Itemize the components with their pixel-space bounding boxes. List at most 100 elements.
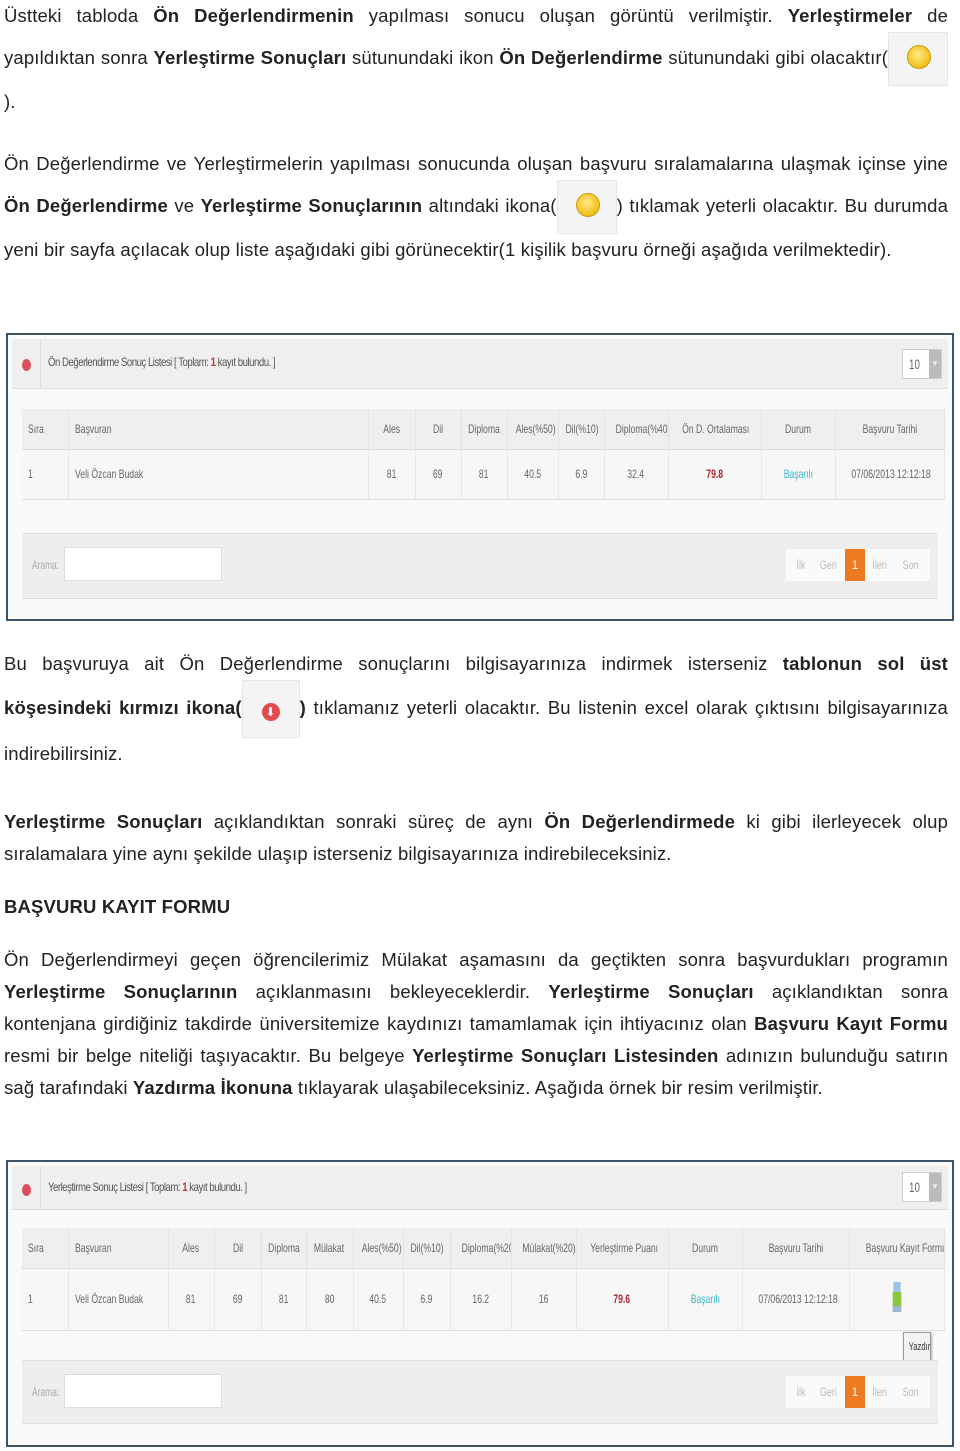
- status-icon-box: [887, 32, 948, 86]
- column-header[interactable]: Dil: [214, 1228, 262, 1269]
- text-segment: Başvuru Kayıt Formu: [754, 1013, 948, 1034]
- table-footer: Arama: İlk Geri 1 İleri Son: [22, 1360, 938, 1424]
- text-segment: Yerleştirme Sonuçlarının: [4, 981, 238, 1002]
- download-icon[interactable]: [22, 1184, 31, 1196]
- cell-value: 16.2: [472, 1292, 489, 1306]
- column-header[interactable]: Başvuran: [68, 409, 369, 450]
- column-header[interactable]: Diploma: [261, 1228, 307, 1269]
- column-header[interactable]: Mülakat(%20): [511, 1228, 577, 1269]
- placement-results-panel: Yerleştirme Sonuç Listesi [ Toplam: 1 ka…: [6, 1160, 954, 1447]
- column-header[interactable]: Diploma(%40): [604, 409, 669, 450]
- table-cell: Veli Özcan Budak: [68, 449, 369, 500]
- header-label: Ales(%50): [515, 421, 556, 436]
- column-header[interactable]: Durum: [668, 1228, 743, 1269]
- status-link[interactable]: Başarılı: [690, 1292, 719, 1306]
- cell-value: 79.6: [613, 1292, 631, 1306]
- table-cell: 16: [511, 1268, 577, 1331]
- column-header[interactable]: Başvuru Tarihi: [742, 1228, 850, 1269]
- sun-icon: [906, 45, 931, 69]
- table-cell: Veli Özcan Budak: [68, 1268, 169, 1331]
- table-cell: Başarılı: [668, 1268, 743, 1331]
- download-icon[interactable]: [22, 359, 31, 371]
- column-header[interactable]: Sıra: [22, 409, 69, 450]
- table-cell: 40.5: [507, 449, 559, 500]
- cell-value: 81: [479, 467, 489, 481]
- search-label: Arama:: [32, 1385, 60, 1399]
- cell-value: 07/06/2013 12:12:18: [850, 467, 931, 481]
- table-cell: 79.6: [576, 1268, 669, 1331]
- text-segment: Ön Değerlendirme: [4, 194, 168, 216]
- pager-page-1[interactable]: 1: [844, 549, 866, 581]
- results-table: Sıra Başvuran Ales Dil Diploma Mülakat Ales(%5…: [22, 1228, 945, 1331]
- pager-last[interactable]: Son: [899, 1385, 923, 1399]
- header-label: Başvuru Tarihi: [768, 1240, 823, 1255]
- column-header[interactable]: Ales(%50): [507, 409, 559, 450]
- column-header[interactable]: Ön D. Ortalaması: [668, 409, 762, 450]
- header-label: Mülakat(%20): [521, 1240, 576, 1255]
- cell-value: 6.9: [420, 1292, 433, 1306]
- pager-prev[interactable]: Geri: [816, 558, 841, 572]
- search-input[interactable]: [64, 547, 222, 581]
- header-label: Ales(%50): [361, 1240, 402, 1255]
- column-header[interactable]: Başvuran: [68, 1228, 169, 1269]
- column-header[interactable]: Başvuru Kayıt Formu: [849, 1228, 945, 1269]
- pager-prev[interactable]: Geri: [816, 1385, 841, 1399]
- column-header[interactable]: Sıra: [22, 1228, 69, 1269]
- pager-next[interactable]: İleri: [869, 558, 891, 572]
- table-cell: 32.4: [604, 449, 669, 500]
- pager-page-1[interactable]: 1: [844, 1376, 866, 1408]
- table-cell: 16.2: [450, 1268, 512, 1331]
- header-row: Sıra Başvuran Ales Dil Diploma Mülakat Ales(%5…: [22, 1228, 945, 1269]
- column-header[interactable]: Dil: [415, 409, 462, 450]
- cell-value: 81: [386, 467, 397, 481]
- column-header[interactable]: Diploma(%20): [450, 1228, 512, 1269]
- pager-first[interactable]: İlk: [793, 558, 810, 572]
- results-table: Sıra Başvuran Ales Dil Diploma Ales(%50) Dil(%…: [22, 409, 945, 500]
- text-segment: Ön Değerlendirmeyi geçen öğrencilerimiz …: [4, 949, 948, 970]
- printer-icon[interactable]: [892, 1281, 901, 1314]
- pagination: İlk Geri 1 İleri Son: [785, 1376, 930, 1408]
- text-segment: sütunundaki gibi olacaktır(: [662, 46, 888, 68]
- pager-first[interactable]: İlk: [793, 1385, 810, 1399]
- text-segment: Yerleştirme Sonuçları: [548, 981, 754, 1002]
- text-segment: ve: [167, 194, 201, 216]
- cell-value: 69: [433, 467, 443, 481]
- status-link[interactable]: Başarılı: [783, 467, 812, 481]
- column-header[interactable]: Başvuru Tarihi: [835, 409, 945, 450]
- text-segment: sütunundaki ikon: [346, 46, 500, 68]
- table-cell: 69: [214, 1268, 262, 1331]
- header-label: Dil: [432, 421, 444, 436]
- column-header[interactable]: Ales(%50): [353, 1228, 404, 1269]
- text-segment: Ön Değerlendirme ve Yerleştirmelerin yap…: [4, 153, 948, 174]
- column-header[interactable]: Durum: [761, 409, 836, 450]
- header-label: Mülakat: [314, 1240, 345, 1255]
- pager-last[interactable]: Son: [899, 558, 923, 572]
- table-cell: 81: [261, 1268, 307, 1331]
- header-label: Durum: [692, 1240, 718, 1255]
- column-header[interactable]: Dil(%10): [558, 409, 605, 450]
- table-cell: 07/06/2013 12:12:18: [742, 1268, 850, 1331]
- pager-next[interactable]: İleri: [869, 1385, 891, 1399]
- text-segment: Yazdırma İkonuna: [132, 1077, 293, 1098]
- column-header[interactable]: Dil(%10): [403, 1228, 451, 1269]
- column-header[interactable]: Diploma: [461, 409, 508, 450]
- table-cell[interactable]: [849, 1268, 945, 1331]
- title-end: kayıt bulundu. ]: [187, 1180, 247, 1194]
- sun-icon: [575, 193, 600, 217]
- preliminary-results-panel: Ön Değerlendirme Sonuç Listesi [ Toplam:…: [6, 333, 954, 621]
- title-text: Ön Değerlendirme Sonuç Listesi [ Toplam:: [48, 355, 211, 369]
- column-header[interactable]: Yerleştirme Puanı: [576, 1228, 669, 1269]
- column-header[interactable]: Ales: [168, 1228, 215, 1269]
- column-header[interactable]: Mülakat: [306, 1228, 354, 1269]
- page-size-select[interactable]: 10 ▼: [902, 1172, 942, 1202]
- table-cell: 40.5: [353, 1268, 404, 1331]
- table-cell: 6.9: [558, 449, 605, 500]
- page-size-select[interactable]: 10 ▼: [902, 349, 942, 379]
- header-label: Diploma: [468, 421, 500, 436]
- text-segment: altındaki ikona(: [422, 194, 557, 216]
- cell-value: 40.5: [369, 1292, 387, 1306]
- paragraph-access: Ön Değerlendirme ve Yerleştirmelerin yap…: [4, 148, 948, 266]
- search-input[interactable]: [64, 1374, 222, 1408]
- header-label: Durum: [785, 421, 811, 436]
- column-header[interactable]: Ales: [368, 409, 416, 450]
